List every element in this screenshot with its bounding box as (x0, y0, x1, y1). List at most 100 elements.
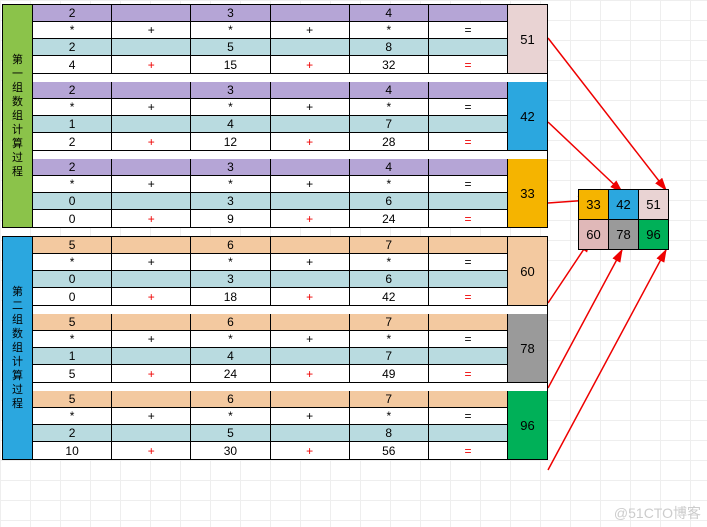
cell: * (191, 331, 270, 348)
cell: 8 (350, 425, 429, 442)
group-1: 第二组数组计算过程567*+*+*=0360+18+42=60567*+*+*=… (2, 236, 548, 460)
calc-block: 567*+*+*=1475+24+49=78 (33, 314, 547, 383)
cell (429, 425, 507, 442)
cell: 5 (33, 314, 112, 331)
cell: 2 (33, 159, 112, 176)
result-matrix: 334251607896 (579, 190, 669, 250)
group-label: 第一组数组计算过程 (3, 5, 33, 227)
cell: + (112, 408, 191, 425)
cell: 6 (191, 237, 270, 254)
cell: = (429, 254, 507, 271)
cell: + (271, 288, 350, 305)
cell: 8 (350, 39, 429, 56)
cell: * (191, 408, 270, 425)
group-label: 第二组数组计算过程 (3, 237, 33, 459)
cell: 4 (350, 5, 429, 22)
cell: 4 (350, 82, 429, 99)
cell (112, 116, 191, 133)
cell: 49 (350, 365, 429, 382)
cell: 32 (350, 56, 429, 73)
cell (112, 193, 191, 210)
cell: + (271, 408, 350, 425)
cell: + (112, 254, 191, 271)
cell: = (429, 442, 507, 459)
cell (112, 5, 191, 22)
cell: * (33, 176, 112, 193)
calc-block: 234*+*+*=2584+15+32=51 (33, 5, 547, 74)
cell (429, 159, 507, 176)
calc-block: 567*+*+*=0360+18+42=60 (33, 237, 547, 306)
cell: 1 (33, 116, 112, 133)
matrix-cell: 60 (578, 219, 609, 250)
cell: = (429, 56, 507, 73)
cell (112, 271, 191, 288)
cell: 56 (350, 442, 429, 459)
cell: 5 (33, 237, 112, 254)
block-result: 78 (507, 314, 547, 382)
matrix-cell: 96 (638, 219, 669, 250)
cell: + (112, 176, 191, 193)
cell: 24 (350, 210, 429, 227)
cell: + (112, 331, 191, 348)
cell (429, 391, 507, 408)
cell (429, 193, 507, 210)
cell (429, 5, 507, 22)
cell: + (112, 210, 191, 227)
cell: 12 (191, 133, 270, 150)
cell: 0 (33, 193, 112, 210)
cell: + (271, 331, 350, 348)
cell (112, 391, 191, 408)
cell: * (33, 99, 112, 116)
cell: 5 (191, 425, 270, 442)
cell: = (429, 176, 507, 193)
cell: 7 (350, 348, 429, 365)
cell: + (271, 210, 350, 227)
cell: 0 (33, 271, 112, 288)
cell: + (271, 365, 350, 382)
cell: 5 (191, 39, 270, 56)
cell: + (271, 442, 350, 459)
cell (112, 425, 191, 442)
matrix-cell: 42 (608, 189, 639, 220)
cell: * (191, 176, 270, 193)
cell (112, 82, 191, 99)
cell: 2 (33, 133, 112, 150)
cell: 0 (33, 210, 112, 227)
cell (271, 193, 350, 210)
cell: 3 (191, 271, 270, 288)
cell: + (112, 442, 191, 459)
cell: 28 (350, 133, 429, 150)
cell: 42 (350, 288, 429, 305)
cell: * (191, 22, 270, 39)
cell (429, 82, 507, 99)
cell: 10 (33, 442, 112, 459)
cell: 7 (350, 391, 429, 408)
cell: = (429, 210, 507, 227)
cell: * (350, 408, 429, 425)
cell: * (350, 22, 429, 39)
cell: + (271, 133, 350, 150)
block-result: 96 (507, 391, 547, 459)
cell: * (33, 331, 112, 348)
cell (271, 348, 350, 365)
cell: 4 (191, 116, 270, 133)
cell: 6 (350, 193, 429, 210)
calc-block: 567*+*+*=25810+30+56=96 (33, 391, 547, 459)
cell: + (271, 56, 350, 73)
cell: * (350, 254, 429, 271)
cell (429, 237, 507, 254)
cell: 5 (33, 365, 112, 382)
cell (271, 82, 350, 99)
cell: 7 (350, 314, 429, 331)
cell: + (112, 365, 191, 382)
cell: + (271, 254, 350, 271)
cell (271, 237, 350, 254)
cell: * (33, 22, 112, 39)
calculation-groups: 第一组数组计算过程234*+*+*=2584+15+32=51234*+*+*=… (2, 4, 548, 460)
cell (271, 425, 350, 442)
cell: 3 (191, 82, 270, 99)
matrix-cell: 51 (638, 189, 669, 220)
cell: 7 (350, 116, 429, 133)
matrix-cell: 33 (578, 189, 609, 220)
watermark: @51CTO博客 (614, 503, 701, 523)
